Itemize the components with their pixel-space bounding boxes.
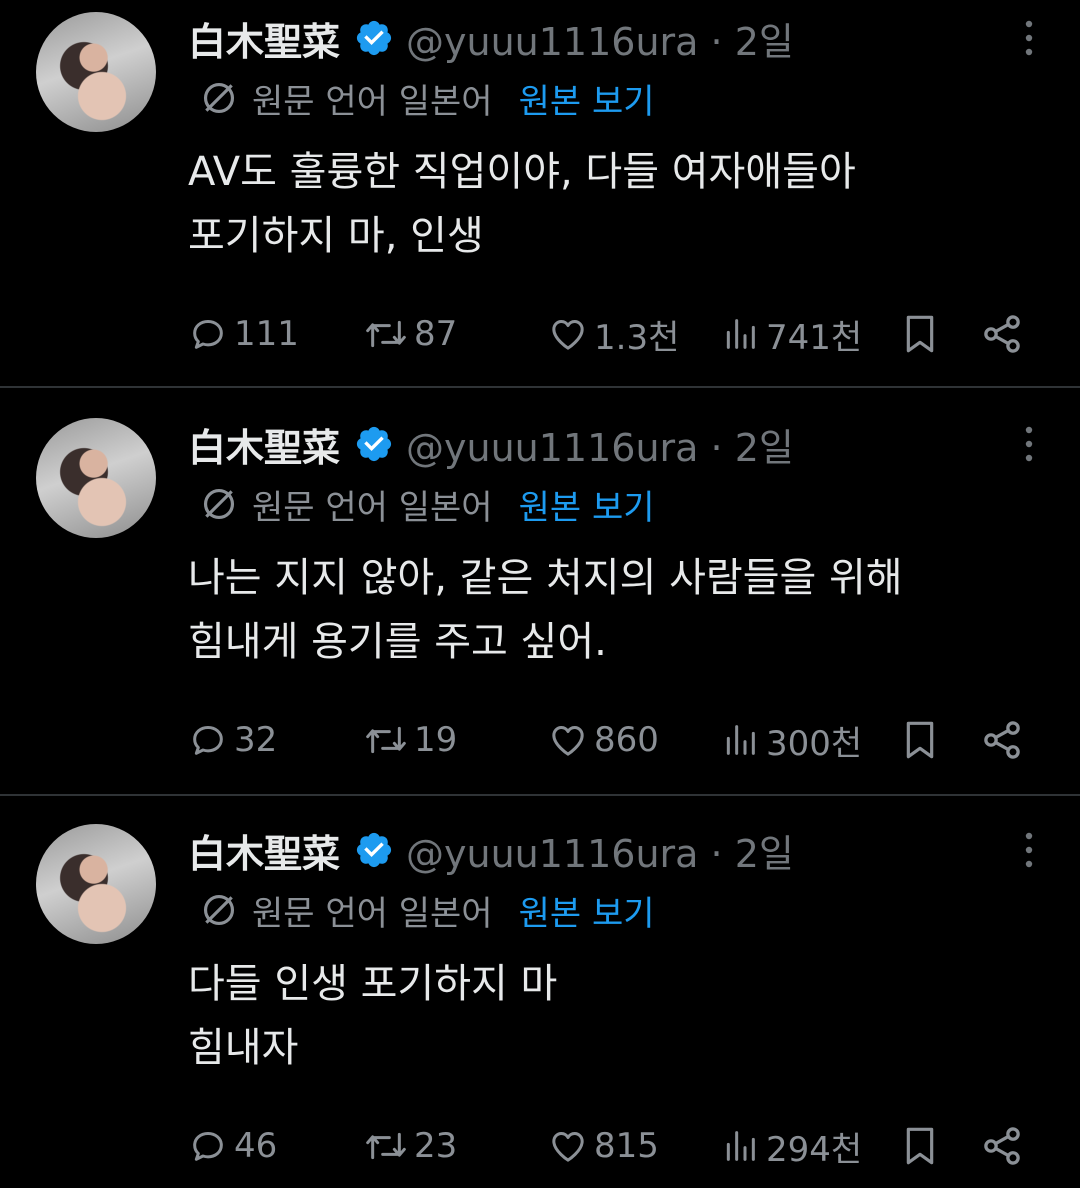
tweet-text-line: 힘내게 용기를 주고 싶어. [188, 619, 607, 665]
repost-arrows-icon [366, 726, 406, 754]
see-original-link[interactable]: 원본 보기 [519, 480, 655, 529]
like-button[interactable]: 815 [548, 1116, 659, 1176]
share-button[interactable] [980, 1116, 1024, 1176]
bookmark-icon [906, 721, 934, 759]
tweet-text-line: AV도 훌륭한 직업이야, 다들 여자애들아 [188, 149, 856, 195]
reply-button[interactable]: 111 [188, 304, 299, 364]
more-dots-icon[interactable] [1022, 424, 1036, 464]
translation-label: 원문 언어 일본어 [252, 81, 493, 122]
translation-label: 원문 언어 일본어 [252, 487, 493, 528]
heart-icon [552, 726, 584, 756]
reply-bubble-icon [193, 726, 223, 755]
heart-icon [552, 320, 584, 350]
translation-notice: 원문 언어 일본어 원본 보기 [200, 480, 655, 528]
bookmark-icon [906, 1127, 934, 1165]
share-button[interactable] [980, 304, 1024, 364]
avatar[interactable] [36, 824, 156, 944]
views-bar-icon [726, 1131, 755, 1161]
views-button[interactable]: 300천 [720, 710, 862, 770]
repost-arrows-icon [366, 320, 406, 348]
tweet-text: 나는 지지 않아, 같은 처지의 사람들을 위해 힘내게 용기를 주고 싶어. [188, 546, 1048, 674]
repost-arrows-icon [366, 1132, 406, 1160]
repost-button[interactable]: 19 [364, 710, 457, 770]
translation-notice: 원문 언어 일본어 원본 보기 [200, 886, 655, 934]
tweet-header: 白木聖菜 @yuuu1116ura · 2일 [188, 822, 794, 878]
verified-badge-icon [356, 832, 392, 868]
bookmark-button[interactable] [900, 710, 940, 770]
views-count: 300천 [766, 723, 863, 764]
repost-count: 87 [414, 314, 458, 354]
display-name[interactable]: 白木聖菜 [188, 823, 340, 878]
tweet-header: 白木聖菜 @yuuu1116ura · 2일 [188, 10, 794, 66]
handle-and-time[interactable]: @yuuu1116ura · 2일 [406, 823, 794, 878]
views-bar-icon [726, 319, 755, 349]
tweet[interactable]: 白木聖菜 @yuuu1116ura · 2일 원문 언어 일본어 원본 보기 나… [0, 406, 1080, 812]
reply-count: 46 [234, 1126, 278, 1166]
share-icon [984, 721, 1020, 759]
views-count: 741천 [766, 317, 863, 358]
bookmark-button[interactable] [900, 304, 940, 364]
more-dots-icon[interactable] [1022, 830, 1036, 870]
tweet-header: 白木聖菜 @yuuu1116ura · 2일 [188, 416, 794, 472]
translate-globe-icon [203, 82, 235, 114]
views-button[interactable]: 294천 [720, 1116, 862, 1176]
views-button[interactable]: 741천 [720, 304, 862, 364]
reply-count: 32 [234, 720, 278, 760]
divider [0, 386, 1080, 388]
translate-globe-icon [203, 894, 235, 926]
repost-count: 23 [414, 1126, 458, 1166]
action-bar: 46 23 815 294천 [188, 1116, 1038, 1176]
display-name[interactable]: 白木聖菜 [188, 417, 340, 472]
verified-badge-icon [356, 20, 392, 56]
translate-globe-icon [203, 488, 235, 520]
verified-badge-icon [356, 426, 392, 462]
tweet-text: 다들 인생 포기하지 마 힘내자 [188, 952, 1048, 1080]
share-icon [984, 1127, 1020, 1165]
divider [0, 794, 1080, 796]
translation-label: 원문 언어 일본어 [252, 893, 493, 934]
reply-button[interactable]: 32 [188, 710, 277, 770]
like-count: 860 [594, 720, 659, 760]
tweet-text: AV도 훌륭한 직업이야, 다들 여자애들아 포기하지 마, 인생 [188, 140, 1048, 268]
tweet-text-line: 다들 인생 포기하지 마 [188, 961, 558, 1007]
repost-count: 19 [414, 720, 458, 760]
action-bar: 32 19 860 300천 [188, 710, 1038, 770]
heart-icon [552, 1132, 584, 1162]
avatar[interactable] [36, 12, 156, 132]
like-count: 815 [594, 1126, 659, 1166]
tweet[interactable]: 白木聖菜 @yuuu1116ura · 2일 원문 언어 일본어 원본 보기 A… [0, 0, 1080, 406]
reply-button[interactable]: 46 [188, 1116, 277, 1176]
like-count: 1.3천 [594, 317, 680, 358]
like-button[interactable]: 860 [548, 710, 659, 770]
more-dots-icon[interactable] [1022, 18, 1036, 58]
views-count: 294천 [766, 1129, 863, 1170]
share-button[interactable] [980, 710, 1024, 770]
reply-count: 111 [234, 314, 299, 354]
reply-bubble-icon [193, 1132, 223, 1161]
tweet-text-line: 나는 지지 않아, 같은 처지의 사람들을 위해 [188, 555, 903, 601]
views-bar-icon [726, 725, 755, 755]
see-original-link[interactable]: 원본 보기 [519, 74, 655, 123]
handle-and-time[interactable]: @yuuu1116ura · 2일 [406, 417, 794, 472]
bookmark-button[interactable] [900, 1116, 940, 1176]
display-name[interactable]: 白木聖菜 [188, 11, 340, 66]
action-bar: 111 87 1.3천 741천 [188, 304, 1038, 364]
like-button[interactable]: 1.3천 [548, 304, 679, 364]
tweet-feed: 白木聖菜 @yuuu1116ura · 2일 원문 언어 일본어 원본 보기 A… [0, 0, 1080, 1188]
repost-button[interactable]: 23 [364, 1116, 457, 1176]
reply-bubble-icon [193, 320, 223, 349]
bookmark-icon [906, 315, 934, 353]
tweet-text-line: 포기하지 마, 인생 [188, 213, 484, 259]
translation-notice: 원문 언어 일본어 원본 보기 [200, 74, 655, 122]
tweet[interactable]: 白木聖菜 @yuuu1116ura · 2일 원문 언어 일본어 원본 보기 다… [0, 812, 1080, 1188]
see-original-link[interactable]: 원본 보기 [519, 886, 655, 935]
handle-and-time[interactable]: @yuuu1116ura · 2일 [406, 11, 794, 66]
tweet-text-line: 힘내자 [188, 1025, 299, 1071]
share-icon [984, 315, 1020, 353]
repost-button[interactable]: 87 [364, 304, 457, 364]
avatar[interactable] [36, 418, 156, 538]
